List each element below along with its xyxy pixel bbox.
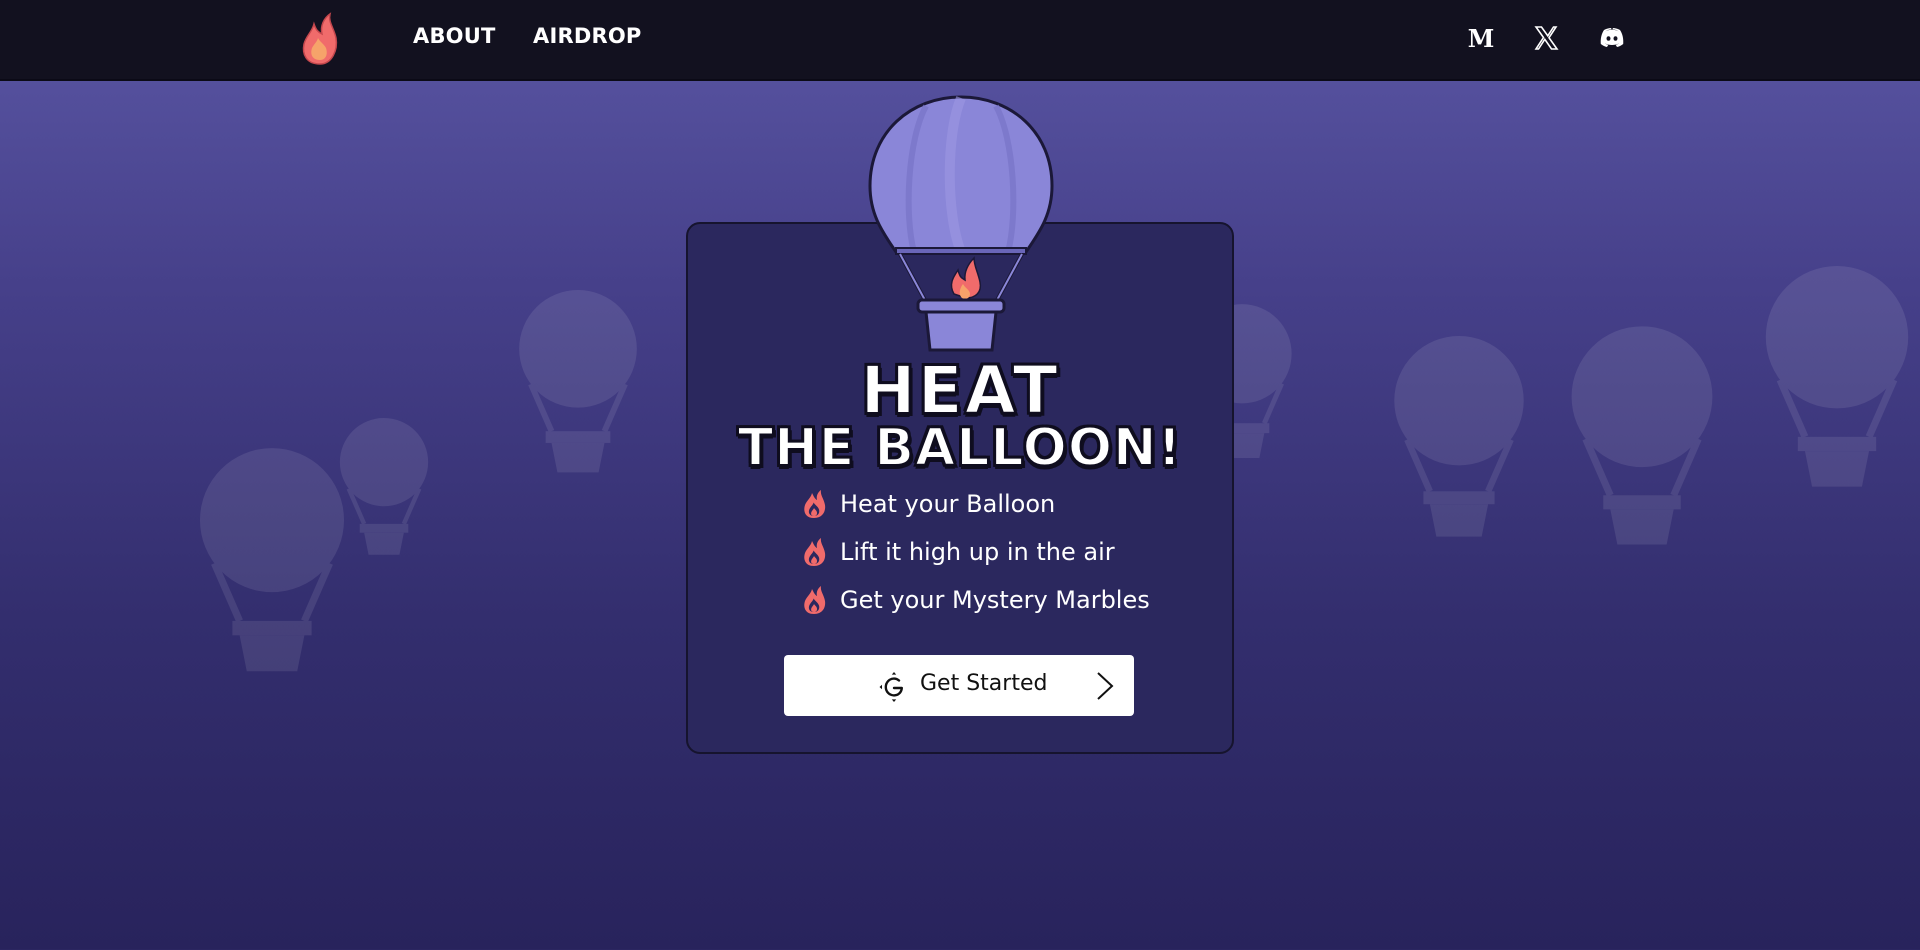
- top-navigation-bar: ABOUT AIRDROP M: [0, 0, 1920, 79]
- hot-air-balloon-icon: [868, 95, 1054, 352]
- g-logo-icon: [879, 672, 903, 702]
- x-icon[interactable]: [1530, 22, 1562, 54]
- feature-text: Heat your Balloon: [840, 490, 1056, 518]
- flame-icon: [804, 586, 826, 614]
- background-balloon-icon: [1765, 265, 1909, 487]
- medium-icon[interactable]: M: [1465, 22, 1497, 54]
- list-item: Heat your Balloon: [800, 480, 1150, 528]
- feature-list: Heat your Balloon Lift it high up in the…: [800, 480, 1150, 624]
- flame-logo-icon[interactable]: [300, 10, 340, 66]
- get-started-label: Get Started: [920, 671, 1048, 696]
- list-item: Get your Mystery Marbles: [800, 576, 1150, 624]
- hero-title-line-2: THE BALLOON!: [737, 417, 1183, 479]
- chevron-right-icon: [1097, 672, 1114, 700]
- nav-about-link[interactable]: ABOUT: [413, 24, 496, 48]
- feature-text: Get your Mystery Marbles: [840, 586, 1150, 614]
- background-balloon-icon: [1571, 326, 1713, 545]
- flame-icon: [804, 538, 826, 566]
- nav-airdrop-link[interactable]: AIRDROP: [533, 24, 641, 48]
- get-started-button[interactable]: Get Started: [784, 655, 1134, 716]
- background-balloon-icon: [339, 418, 429, 555]
- discord-icon[interactable]: [1596, 22, 1628, 54]
- list-item: Lift it high up in the air: [800, 528, 1150, 576]
- background-balloon-icon: [519, 290, 637, 473]
- background-balloon-icon: [1394, 336, 1524, 537]
- feature-text: Lift it high up in the air: [840, 538, 1115, 566]
- flame-icon: [804, 490, 826, 518]
- svg-text:M: M: [1468, 24, 1495, 53]
